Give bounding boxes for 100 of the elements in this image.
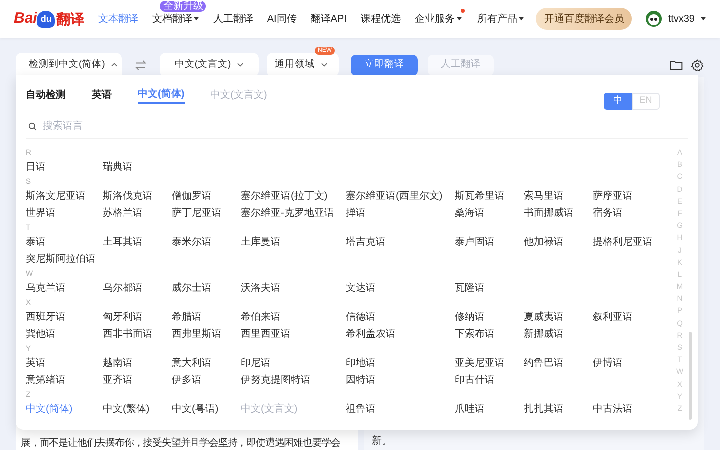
language-option[interactable]: 泰卢固语	[455, 234, 519, 251]
language-option[interactable]: 乌尔都语	[103, 280, 167, 297]
language-option[interactable]: 印古什语	[455, 372, 519, 389]
language-option[interactable]: 斯洛文尼亚语	[26, 188, 98, 205]
language-option[interactable]: 文达语	[346, 280, 450, 297]
language-option[interactable]: 修纳语	[455, 309, 519, 326]
language-option[interactable]: 下索布语	[455, 326, 519, 343]
language-tab[interactable]: 自动检测	[26, 86, 66, 104]
language-option[interactable]: 巽他语	[26, 326, 98, 343]
language-option[interactable]: 信德语	[346, 309, 450, 326]
language-option[interactable]: 叙利亚语	[593, 309, 665, 326]
target-text: 新。	[372, 434, 393, 449]
baidu-logo[interactable]: Bai du 翻译	[14, 8, 84, 30]
language-option[interactable]: 塞尔维亚语(拉丁文)	[241, 188, 341, 205]
language-option[interactable]: 希腊语	[172, 309, 236, 326]
nav-link[interactable]: 企业服务	[414, 12, 462, 26]
translate-button[interactable]: 立即翻译	[351, 54, 418, 76]
language-option[interactable]: 亚齐语	[103, 372, 167, 389]
language-option[interactable]: 萨摩亚语	[593, 188, 665, 205]
language-option[interactable]: 土库曼语	[241, 234, 341, 251]
language-option[interactable]: 桑海语	[455, 205, 519, 222]
settings-icon	[691, 58, 704, 72]
language-option[interactable]: 塞尔维亚语(西里尔文)	[346, 188, 450, 205]
language-option[interactable]: 英语	[26, 355, 98, 372]
nav-link[interactable]: 文本翻译	[98, 12, 138, 26]
language-option[interactable]: 僧伽罗语	[172, 188, 236, 205]
language-option[interactable]: 西非书面语	[103, 326, 167, 343]
language-option[interactable]: 匈牙利语	[103, 309, 167, 326]
nav-link[interactable]: 课程优选	[360, 12, 401, 26]
language-option[interactable]: 书面挪威语	[524, 205, 588, 222]
language-option[interactable]: 印地语	[346, 355, 450, 372]
language-option[interactable]: 威尔士语	[172, 280, 236, 297]
search-icon	[28, 122, 37, 131]
new-badge: 全新升级	[160, 0, 206, 12]
chevron-icon	[321, 62, 328, 68]
language-option[interactable]: 泰米尔语	[172, 234, 236, 251]
source-language-select[interactable]: 检测到中文(简体)	[16, 53, 122, 77]
language-option[interactable]: 土耳其语	[103, 234, 167, 251]
language-option[interactable]: 西班牙语	[26, 309, 98, 326]
language-option[interactable]: 意大利语	[172, 355, 236, 372]
language-option[interactable]: 祖鲁语	[346, 401, 450, 418]
language-option[interactable]: 伊博语	[593, 355, 665, 372]
nav-link[interactable]: 文档翻译	[152, 12, 200, 26]
language-option[interactable]: 夏威夷语	[524, 309, 588, 326]
source-text: 展，而不是让他们去摆布你，接受失望并且学会坚持，即使遭遇困难也要学会	[21, 438, 342, 450]
language-option[interactable]: 亚美尼亚语	[455, 355, 519, 372]
search-field[interactable]: 搜索语言	[43, 119, 688, 134]
target-language-select[interactable]: 中文(文言文)	[160, 53, 259, 77]
language-option[interactable]: 沃洛夫语	[241, 280, 341, 297]
language-option[interactable]: 提格利尼亚语	[593, 234, 665, 251]
language-option[interactable]: 约鲁巴语	[524, 355, 588, 372]
language-option[interactable]: 萨丁尼亚语	[172, 205, 236, 222]
vip-button[interactable]: 开通百度翻译会员	[536, 8, 632, 30]
language-option[interactable]: 西弗里斯语	[172, 326, 236, 343]
language-option[interactable]: 中文(粤语)	[172, 401, 236, 418]
caret-icon	[519, 17, 524, 21]
language-option[interactable]: 希伯来语	[241, 309, 341, 326]
nav-link[interactable]: AI同传	[267, 12, 297, 26]
language-option[interactable]: 斯洛伐克语	[103, 188, 167, 205]
language-option[interactable]: 意第绪语	[26, 372, 98, 389]
language-option[interactable]: 瑞典语	[103, 159, 167, 176]
language-option[interactable]: 他加禄语	[524, 234, 588, 251]
language-option[interactable]: 中文(简体)	[26, 401, 98, 418]
language-option[interactable]: 希利盖农语	[346, 326, 450, 343]
language-option[interactable]: 掸语	[346, 205, 450, 222]
language-option[interactable]: 索马里语	[524, 188, 588, 205]
language-option[interactable]: 扎扎其语	[524, 401, 588, 418]
language-option[interactable]: 新挪威语	[524, 326, 588, 343]
language-option[interactable]: 中文(繁体)	[103, 401, 167, 418]
language-option[interactable]: 塞尔维亚-克罗地亚语	[241, 205, 341, 222]
chevron-icon	[237, 62, 244, 68]
user-menu[interactable]: ttvx39	[668, 12, 706, 26]
language-option[interactable]: 越南语	[103, 355, 167, 372]
nav-link[interactable]: 人工翻译	[213, 12, 254, 26]
language-option[interactable]: 突尼斯阿拉伯语	[26, 251, 98, 268]
ui-language-toggle[interactable]: 中	[604, 92, 632, 110]
folder-icon	[670, 59, 683, 71]
language-option[interactable]: 日语	[26, 159, 98, 176]
language-option[interactable]: 泰语	[26, 234, 98, 251]
language-option[interactable]: 印尼语	[241, 355, 341, 372]
language-option[interactable]: 瓦隆语	[455, 280, 519, 297]
language-option[interactable]: 伊多语	[172, 372, 236, 389]
products-menu[interactable]: 所有产品	[477, 12, 524, 26]
language-option[interactable]: 西里西亚语	[241, 326, 341, 343]
language-tab[interactable]: 英语	[92, 86, 112, 104]
language-option[interactable]: 中古法语	[593, 401, 665, 418]
language-tab[interactable]: 中文(简体)	[138, 86, 185, 104]
nav-link[interactable]: 翻译API	[310, 12, 347, 26]
scrollbar-thumb[interactable]	[689, 332, 692, 420]
language-option[interactable]: 塔吉克语	[346, 234, 450, 251]
language-option[interactable]: 斯瓦希里语	[455, 188, 519, 205]
domain-select[interactable]: 通用领域	[267, 53, 339, 77]
language-option[interactable]: 伊努克提图特语	[241, 372, 341, 389]
language-option[interactable]: 因特语	[346, 372, 450, 389]
chevron-icon	[111, 62, 118, 68]
language-option[interactable]: 爪哇语	[455, 401, 519, 418]
language-option[interactable]: 乌克兰语	[26, 280, 98, 297]
language-option[interactable]: 世界语	[26, 205, 98, 222]
language-option[interactable]: 苏格兰语	[103, 205, 167, 222]
language-option[interactable]: 宿务语	[593, 205, 665, 222]
